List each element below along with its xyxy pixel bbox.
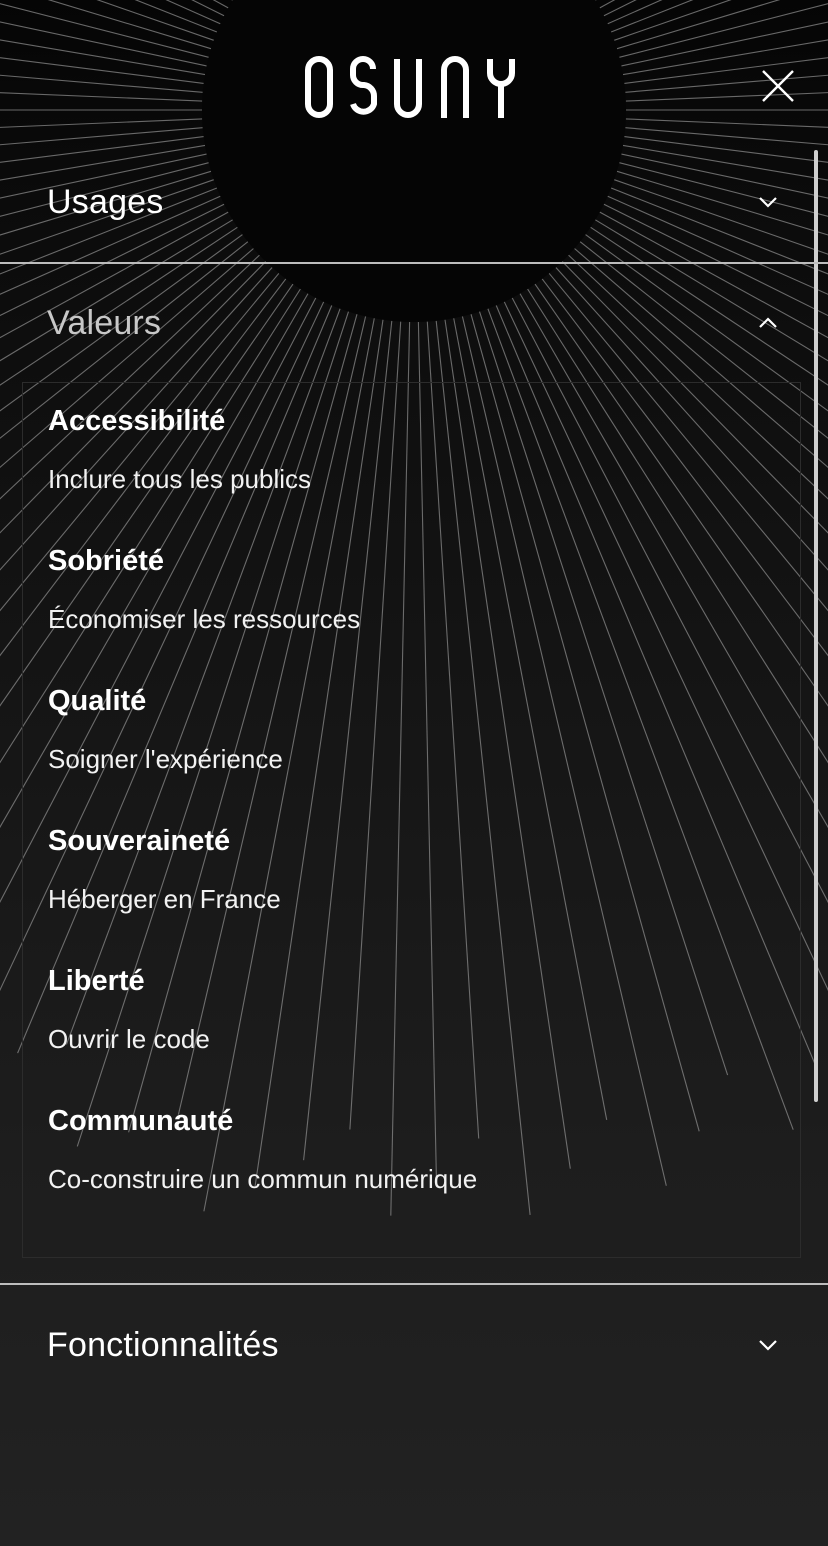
submenu-item-qualite[interactable]: Qualité Soigner l'expérience [48,684,748,775]
submenu-item-description: Co-construire un commun numérique [48,1164,478,1194]
osuny-logo[interactable] [302,56,524,118]
submenu-item-accessibilite[interactable]: Accessibilité Inclure tous les publics [48,404,748,495]
submenu-item-communaute[interactable]: Communauté Co-construire un commun numér… [48,1104,748,1195]
submenu-item-title: Communauté [48,1105,234,1137]
submenu-item-description: Inclure tous les publics [48,464,312,494]
submenu-item-sobriete[interactable]: Sobriété Économiser les ressources [48,544,748,635]
submenu-item-liberte[interactable]: Liberté Ouvrir le code [48,964,748,1055]
submenu-item-title: Accessibilité [48,405,226,437]
menu-item-valeurs-label: Valeurs [47,304,162,342]
close-icon[interactable] [758,66,798,106]
submenu-item-title: Qualité [48,685,147,717]
chevron-down-icon[interactable] [756,1333,780,1357]
submenu-item-title: Liberté [48,965,145,997]
submenu-item-title: Souveraineté [48,825,231,857]
menu-item-usages[interactable]: Usages [0,170,828,262]
navigation-overlay: Usages Valeurs Accessibilité Inclure tou… [0,0,828,1546]
menu-item-usages-label: Usages [47,183,164,221]
submenu-item-description: Ouvrir le code [48,1024,210,1054]
submenu-item-title: Sobriété [48,545,165,577]
chevron-down-icon[interactable] [756,190,780,214]
submenu-item-description: Soigner l'expérience [48,744,283,774]
submenu-item-description: Héberger en France [48,884,281,914]
menu-item-fonctionnalites[interactable]: Fonctionnalités [0,1305,828,1385]
menu-item-fonctionnalites-label: Fonctionnalités [47,1326,279,1364]
submenu-item-description: Économiser les ressources [48,604,361,634]
menu-divider [0,1283,828,1285]
menu-divider [0,262,828,264]
menu-item-valeurs[interactable]: Valeurs [0,290,828,360]
chevron-up-icon[interactable] [756,311,780,335]
submenu-item-souverainete[interactable]: Souveraineté Héberger en France [48,824,748,915]
